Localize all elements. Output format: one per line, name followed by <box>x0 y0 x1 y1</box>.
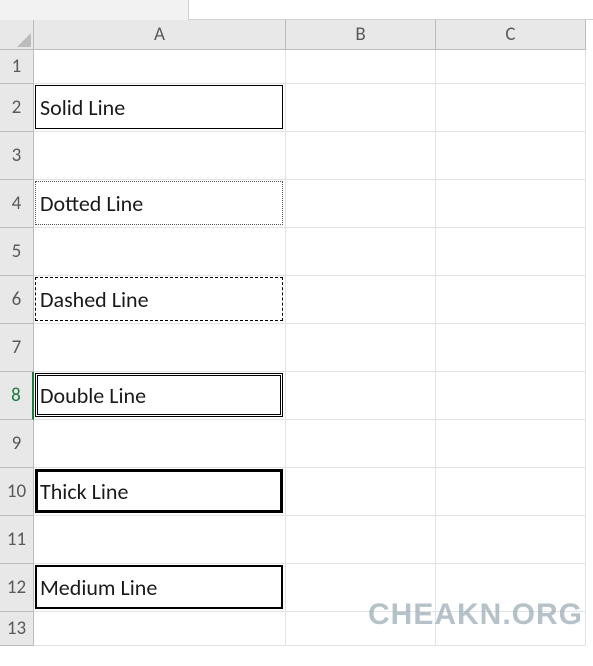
row-header-8[interactable]: 8 <box>0 372 34 420</box>
cell-B5[interactable] <box>286 228 436 276</box>
row-header-5[interactable]: 5 <box>0 228 34 276</box>
cell-A3[interactable] <box>34 132 286 180</box>
row-header-2[interactable]: 2 <box>0 84 34 132</box>
cell-C3[interactable] <box>436 132 586 180</box>
cell-C5[interactable] <box>436 228 586 276</box>
row-header-6[interactable]: 6 <box>0 276 34 324</box>
cell-B4[interactable] <box>286 180 436 228</box>
cell-C8[interactable] <box>436 372 586 420</box>
row: 5 <box>0 228 593 276</box>
cell-C13[interactable] <box>436 612 586 646</box>
cell-A7[interactable] <box>34 324 286 372</box>
cell-B7[interactable] <box>286 324 436 372</box>
row-header-11[interactable]: 11 <box>0 516 34 564</box>
row: 6 Dashed Line <box>0 276 593 324</box>
select-all-icon <box>17 33 31 47</box>
cell-A11[interactable] <box>34 516 286 564</box>
cell-B2[interactable] <box>286 84 436 132</box>
column-headers: A B C <box>0 20 593 50</box>
cell-B10[interactable] <box>286 468 436 516</box>
row: 13 <box>0 612 593 646</box>
cell-B9[interactable] <box>286 420 436 468</box>
row: 7 <box>0 324 593 372</box>
cell-C7[interactable] <box>436 324 586 372</box>
row: 3 <box>0 132 593 180</box>
cell-A4[interactable]: Dotted Line <box>34 180 286 228</box>
cell-A2[interactable]: Solid Line <box>34 84 286 132</box>
cell-C12[interactable] <box>436 564 586 612</box>
cell-text: Solid Line <box>40 94 125 121</box>
cell-C4[interactable] <box>436 180 586 228</box>
row-header-12[interactable]: 12 <box>0 564 34 612</box>
row: 8 Double Line <box>0 372 593 420</box>
cell-text: Dotted Line <box>40 190 143 217</box>
cell-B13[interactable] <box>286 612 436 646</box>
row: 2 Solid Line <box>0 84 593 132</box>
cell-B3[interactable] <box>286 132 436 180</box>
cell-C2[interactable] <box>436 84 586 132</box>
select-all-triangle[interactable] <box>0 20 34 50</box>
formula-bar[interactable] <box>188 0 593 20</box>
row-header-4[interactable]: 4 <box>0 180 34 228</box>
cell-C9[interactable] <box>436 420 586 468</box>
cell-text: Double Line <box>40 382 146 409</box>
cell-C11[interactable] <box>436 516 586 564</box>
row: 10 Thick Line <box>0 468 593 516</box>
cell-text: Thick Line <box>40 478 128 505</box>
cell-A8[interactable]: Double Line <box>34 372 286 420</box>
cell-B6[interactable] <box>286 276 436 324</box>
cell-C6[interactable] <box>436 276 586 324</box>
row-header-1[interactable]: 1 <box>0 50 34 84</box>
cell-A5[interactable] <box>34 228 286 276</box>
row: 4 Dotted Line <box>0 180 593 228</box>
column-header-A[interactable]: A <box>34 20 286 50</box>
cell-A10[interactable]: Thick Line <box>34 468 286 516</box>
row-header-9[interactable]: 9 <box>0 420 34 468</box>
cell-B1[interactable] <box>286 50 436 84</box>
row: 12 Medium Line <box>0 564 593 612</box>
cell-A9[interactable] <box>34 420 286 468</box>
cell-C1[interactable] <box>436 50 586 84</box>
row-header-13[interactable]: 13 <box>0 612 34 646</box>
row: 9 <box>0 420 593 468</box>
cell-A13[interactable] <box>34 612 286 646</box>
namebox-strip <box>0 0 188 20</box>
column-header-B[interactable]: B <box>286 20 436 50</box>
cell-C10[interactable] <box>436 468 586 516</box>
row-header-10[interactable]: 10 <box>0 468 34 516</box>
cell-B8[interactable] <box>286 372 436 420</box>
cell-B12[interactable] <box>286 564 436 612</box>
cell-A1[interactable] <box>34 50 286 84</box>
cell-A6[interactable]: Dashed Line <box>34 276 286 324</box>
cell-text: Dashed Line <box>40 286 149 313</box>
cell-A12[interactable]: Medium Line <box>34 564 286 612</box>
row-header-7[interactable]: 7 <box>0 324 34 372</box>
column-header-C[interactable]: C <box>436 20 586 50</box>
row: 11 <box>0 516 593 564</box>
row-header-3[interactable]: 3 <box>0 132 34 180</box>
cell-B11[interactable] <box>286 516 436 564</box>
row: 1 <box>0 50 593 84</box>
cell-text: Medium Line <box>40 574 157 601</box>
spreadsheet-grid: A B C 1 2 Solid Line 3 4 Dotted Line <box>0 20 593 646</box>
